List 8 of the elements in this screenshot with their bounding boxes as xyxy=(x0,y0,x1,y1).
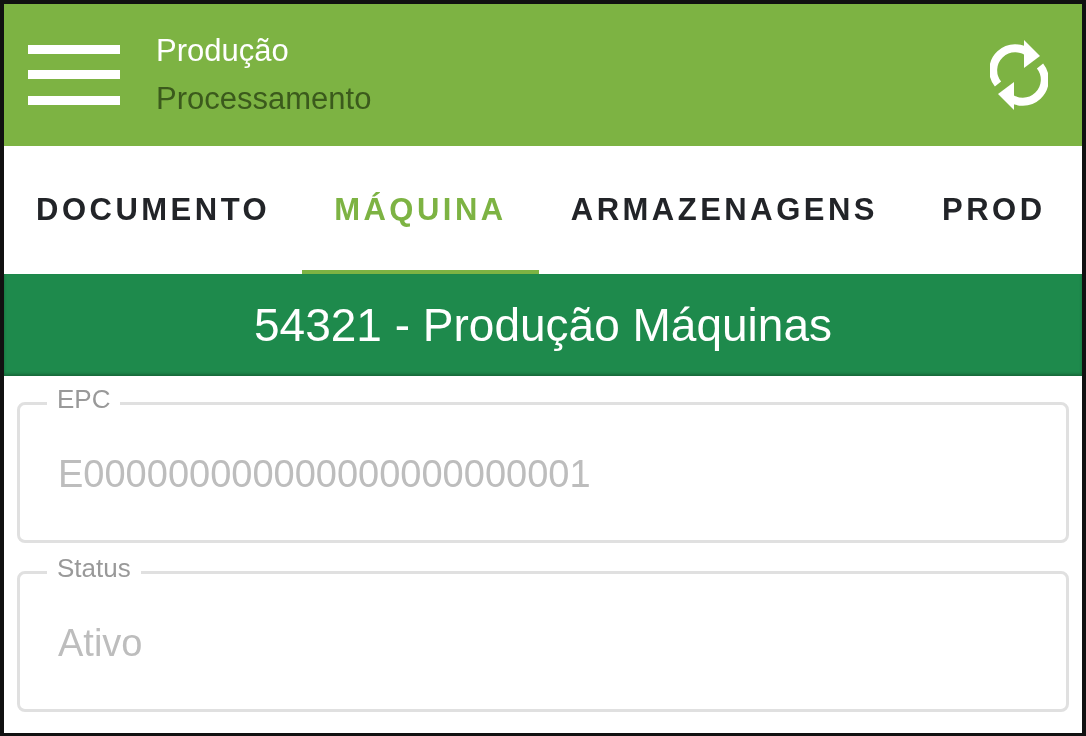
tab[interactable]: DOCUMENTO xyxy=(4,146,303,274)
app-title: Produção xyxy=(156,33,290,69)
refresh-icon[interactable] xyxy=(990,38,1048,112)
menu-icon[interactable] xyxy=(28,45,120,105)
title-banner: 54321 - Produção Máquinas xyxy=(4,274,1082,376)
tab[interactable]: ARMAZENAGENS xyxy=(538,146,910,274)
tab[interactable]: PROD xyxy=(910,146,1078,274)
app-subtitle: Processamento xyxy=(156,81,373,117)
